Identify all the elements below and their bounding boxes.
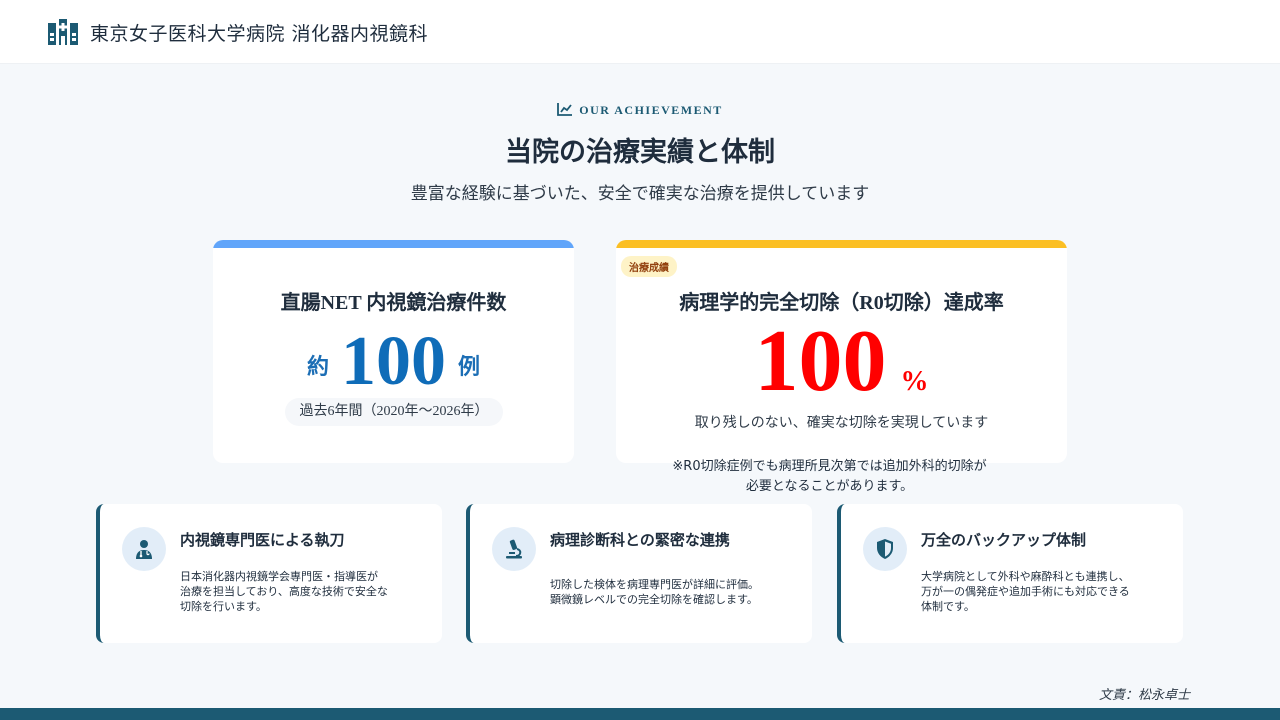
footer-bar [0, 708, 1280, 720]
hospital-name: 東京女子医科大学病院 消化器内視鏡科 [90, 23, 429, 45]
footnote: ※R0切除症例でも病理所見次第では追加外科的切除が 必要となることがあります。 [616, 457, 1043, 497]
footnote-line: 必要となることがあります。 [745, 479, 914, 494]
count-suffix: 例 [458, 354, 481, 379]
section-eyebrow: OUR ACHIEVEMENT [0, 102, 1280, 118]
feature-desc-line: 顕微鏡レベルでの完全切除を確認します。 [550, 593, 758, 606]
feature-description: 切除した検体を病理専門医が詳細に評価。 顕微鏡レベルでの完全切除を確認します。 [550, 577, 800, 607]
feature-description: 日本消化器内視鏡学会専門医・指導医が 治療を担当しており、高度な技術で安全な 切… [180, 569, 430, 614]
section-title: 当院の治療実績と体制 [505, 137, 775, 168]
feature-title: 万全のバックアップ体制 [921, 531, 1087, 549]
rate-unit: % [900, 366, 929, 397]
eyebrow-text: OUR ACHIEVEMENT [579, 103, 723, 117]
r0-rate-title: 病理学的完全切除（R0切除）達成率 [679, 292, 1004, 314]
r0-rate-value-row: 100% [616, 312, 1067, 412]
treatment-count-value-row: 約 100 例 [213, 322, 574, 402]
feature-title: 内視鏡専門医による執刀 [180, 531, 345, 549]
doctor-icon [122, 527, 166, 571]
microscope-icon [492, 527, 536, 571]
shield-icon [863, 527, 907, 571]
feature-title: 病理診断科との緊密な連携 [550, 531, 730, 549]
rate-value: 100 [754, 313, 887, 410]
feature-card-pathology: 病理診断科との緊密な連携 切除した検体を病理専門医が詳細に評価。 顕微鏡レベルで… [466, 504, 812, 643]
treatment-count-card: 直腸NET 内視鏡治療件数 約 100 例 過去6年間（2020年～2026年） [213, 240, 574, 463]
count-value: 100 [341, 323, 446, 400]
feature-desc-line: 万が一の偶発症や追加手術にも対応できる [921, 585, 1130, 598]
footnote-line: ※R0切除症例でも病理所見次第では追加外科的切除が [672, 459, 987, 474]
chart-line-icon [557, 103, 573, 116]
count-prefix: 約 [306, 354, 329, 379]
period-label: 過去6年間（2020年～2026年） [285, 398, 503, 426]
treatment-count-title: 直腸NET 内視鏡治療件数 [280, 292, 507, 314]
result-badge: 治療成績 [621, 256, 677, 277]
feature-desc-line: 治療を担当しており、高度な技術で安全な [180, 585, 388, 598]
feature-desc-line: 切除した検体を病理専門医が詳細に評価。 [550, 578, 759, 591]
card-accent-bar [213, 240, 574, 248]
site-header: 東京女子医科大学病院 消化器内視鏡科 [0, 0, 1280, 64]
feature-desc-line: 体制です。 [921, 600, 975, 613]
r0-rate-card: 治療成績 病理学的完全切除（R0切除）達成率 100% 取り残しのない、確実な切… [616, 240, 1067, 463]
section-subtitle: 豊富な経験に基づいた、安全で確実な治療を提供しています [410, 184, 870, 204]
feature-desc-line: 切除を行います。 [180, 600, 267, 613]
feature-card-specialist: 内視鏡専門医による執刀 日本消化器内視鏡学会専門医・指導医が 治療を担当しており… [96, 504, 442, 643]
card-accent-bar [616, 240, 1067, 248]
author-credit: 文責：松永卓士 [1098, 688, 1190, 703]
feature-card-backup: 万全のバックアップ体制 大学病院として外科や麻酔科とも連携し、 万が一の偶発症や… [837, 504, 1183, 643]
feature-desc-line: 大学病院として外科や麻酔科とも連携し、 [921, 570, 1130, 583]
r0-rate-description: 取り残しのない、確実な切除を実現しています [694, 415, 989, 431]
feature-description: 大学病院として外科や麻酔科とも連携し、 万が一の偶発症や追加手術にも対応できる … [921, 569, 1171, 614]
hospital-building-icon [48, 19, 78, 45]
feature-desc-line: 日本消化器内視鏡学会専門医・指導医が [180, 570, 378, 583]
